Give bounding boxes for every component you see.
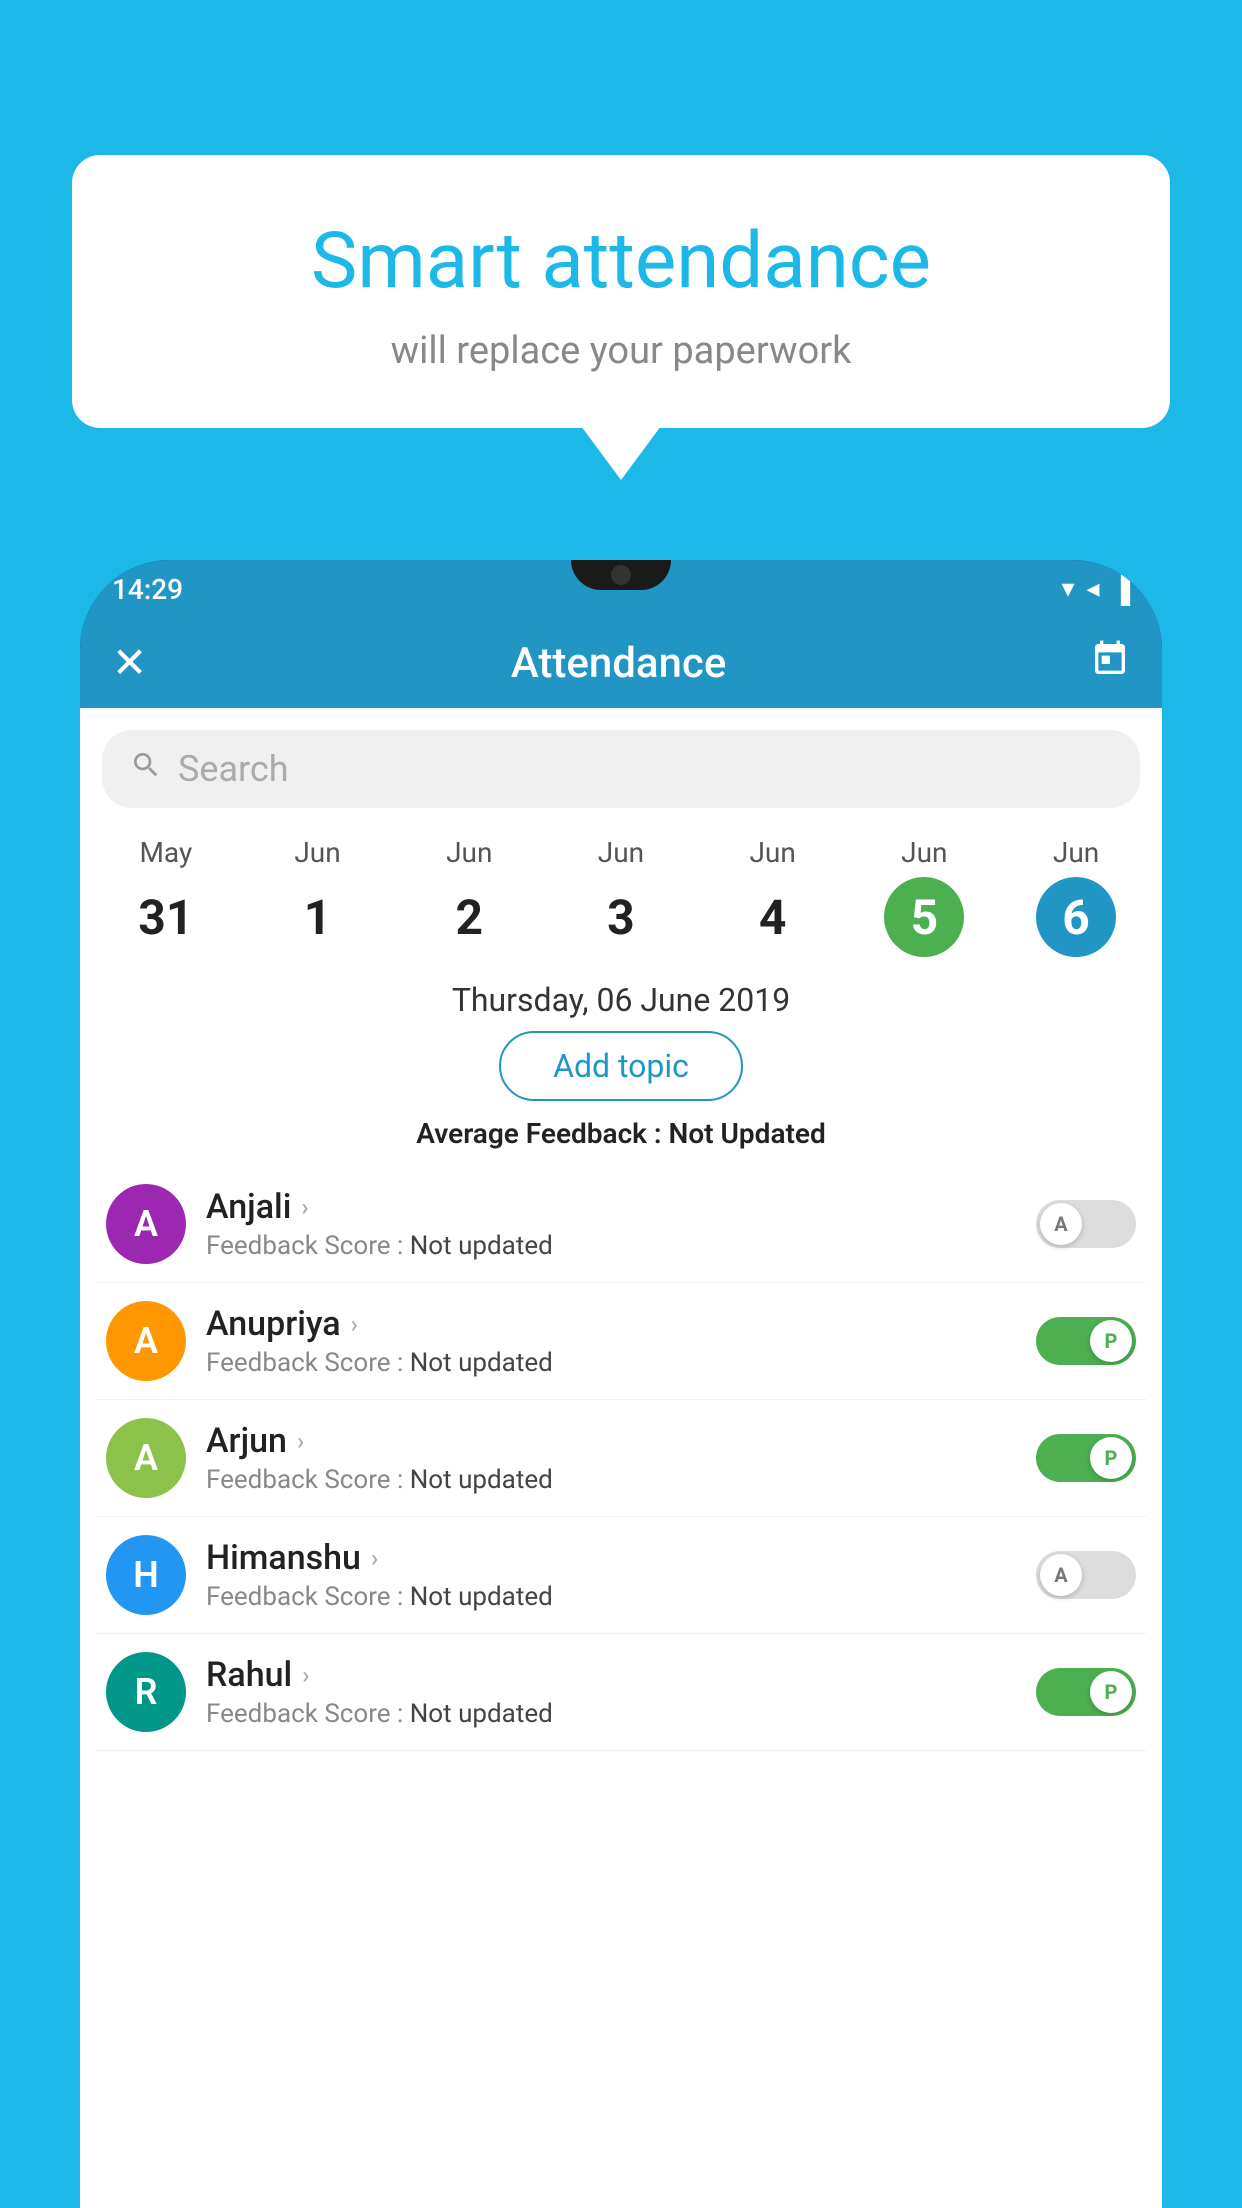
chevron-icon: ›: [302, 1661, 309, 1689]
search-icon: [130, 749, 162, 789]
date-month: Jun: [294, 836, 340, 869]
student-info: Anjali › Feedback Score : Not updated: [206, 1187, 1016, 1261]
chevron-icon: ›: [371, 1544, 378, 1572]
student-row[interactable]: A Anupriya › Feedback Score : Not updated P: [96, 1283, 1146, 1400]
date-item[interactable]: Jun 1: [278, 836, 358, 957]
speech-bubble: Smart attendance will replace your paper…: [72, 155, 1170, 428]
student-info: Rahul › Feedback Score : Not updated: [206, 1655, 1016, 1729]
toggle-switch[interactable]: P: [1036, 1317, 1136, 1365]
student-list: AAnjali ›Feedback Score : Not updatedAAA…: [80, 1166, 1162, 1751]
phone-content: Search May 31 Jun 1 Jun 2 Jun 3 Jun 4 Jun 5 Jun 6 Thu…: [80, 708, 1162, 2208]
attendance-toggle[interactable]: P: [1036, 1668, 1136, 1716]
date-number: 1: [278, 877, 358, 957]
date-picker: May 31 Jun 1 Jun 2 Jun 3 Jun 4 Jun 5 Jun 6: [80, 818, 1162, 967]
toggle-switch[interactable]: P: [1036, 1434, 1136, 1482]
student-row[interactable]: A Arjun › Feedback Score : Not updated P: [96, 1400, 1146, 1517]
date-number: 6: [1036, 877, 1116, 957]
wifi-icon: ▾: [1061, 574, 1074, 604]
feedback-value: Not updated: [410, 1465, 553, 1495]
date-item[interactable]: Jun 6: [1036, 836, 1116, 957]
date-item[interactable]: Jun 2: [429, 836, 509, 957]
toggle-switch[interactable]: A: [1036, 1551, 1136, 1599]
student-avatar: R: [106, 1652, 186, 1732]
date-item[interactable]: Jun 4: [733, 836, 813, 957]
date-month: May: [139, 836, 192, 869]
feedback-value: Not updated: [410, 1231, 553, 1261]
date-month: Jun: [1053, 836, 1099, 869]
student-name: Arjun ›: [206, 1421, 1016, 1461]
date-number: 5: [884, 877, 964, 957]
date-month: Jun: [901, 836, 947, 869]
student-row[interactable]: H Himanshu › Feedback Score : Not updated A: [96, 1517, 1146, 1634]
signal-icon: ◂: [1087, 574, 1100, 604]
header-title: Attendance: [511, 639, 726, 688]
student-feedback: Feedback Score : Not updated: [206, 1699, 1016, 1729]
app-header: ✕ Attendance: [80, 618, 1162, 708]
battery-icon: ▐: [1112, 574, 1130, 605]
toggle-switch[interactable]: A: [1036, 1200, 1136, 1248]
student-row[interactable]: A Anjali › Feedback Score : Not updated A: [96, 1166, 1146, 1283]
date-month: Jun: [598, 836, 644, 869]
attendance-toggle[interactable]: P: [1036, 1317, 1136, 1365]
toggle-switch[interactable]: P: [1036, 1668, 1136, 1716]
student-avatar: H: [106, 1535, 186, 1615]
selected-date-label: Thursday, 06 June 2019: [80, 967, 1162, 1031]
student-info: Arjun › Feedback Score : Not updated: [206, 1421, 1016, 1495]
student-feedback: Feedback Score : Not updated: [206, 1465, 1016, 1495]
toggle-knob: P: [1090, 1320, 1132, 1362]
date-number: 2: [429, 877, 509, 957]
date-item[interactable]: Jun 3: [581, 836, 661, 957]
date-number: 4: [733, 877, 813, 957]
feedback-value: Not updated: [410, 1348, 553, 1378]
date-item[interactable]: Jun 5: [884, 836, 964, 957]
student-row[interactable]: R Rahul › Feedback Score : Not updated P: [96, 1634, 1146, 1751]
search-bar[interactable]: Search: [102, 730, 1140, 808]
feedback-value: Not updated: [410, 1699, 553, 1729]
chevron-icon: ›: [301, 1193, 308, 1221]
date-number: 31: [126, 877, 206, 957]
avg-feedback: Average Feedback : Not Updated: [80, 1117, 1162, 1150]
student-avatar: A: [106, 1418, 186, 1498]
date-number: 3: [581, 877, 661, 957]
student-name: Anupriya ›: [206, 1304, 1016, 1344]
student-name: Himanshu ›: [206, 1538, 1016, 1578]
student-feedback: Feedback Score : Not updated: [206, 1231, 1016, 1261]
student-avatar: A: [106, 1184, 186, 1264]
close-button[interactable]: ✕: [112, 638, 147, 688]
student-feedback: Feedback Score : Not updated: [206, 1348, 1016, 1378]
date-month: Jun: [749, 836, 795, 869]
add-topic-button[interactable]: Add topic: [499, 1031, 743, 1101]
avg-feedback-value: Not Updated: [669, 1117, 826, 1150]
attendance-toggle[interactable]: P: [1036, 1434, 1136, 1482]
toggle-knob: P: [1090, 1671, 1132, 1713]
date-month: Jun: [446, 836, 492, 869]
attendance-toggle[interactable]: A: [1036, 1200, 1136, 1248]
student-info: Himanshu › Feedback Score : Not updated: [206, 1538, 1016, 1612]
bubble-subtitle: will replace your paperwork: [132, 329, 1110, 373]
toggle-knob: A: [1040, 1203, 1082, 1245]
chevron-icon: ›: [351, 1310, 358, 1338]
camera: [611, 565, 631, 585]
attendance-toggle[interactable]: A: [1036, 1551, 1136, 1599]
status-icons: ▾ ◂ ▐: [1061, 574, 1130, 605]
toggle-knob: P: [1090, 1437, 1132, 1479]
student-feedback: Feedback Score : Not updated: [206, 1582, 1016, 1612]
student-name: Anjali ›: [206, 1187, 1016, 1227]
phone-frame: 14:29 ▾ ◂ ▐ ✕ Attendance Search May 3: [80, 560, 1162, 2208]
date-item[interactable]: May 31: [126, 836, 206, 957]
chevron-icon: ›: [297, 1427, 304, 1455]
student-name: Rahul ›: [206, 1655, 1016, 1695]
calendar-icon[interactable]: [1090, 639, 1130, 688]
toggle-knob: A: [1040, 1554, 1082, 1596]
search-placeholder: Search: [178, 748, 289, 790]
student-info: Anupriya › Feedback Score : Not updated: [206, 1304, 1016, 1378]
student-avatar: A: [106, 1301, 186, 1381]
avg-feedback-prefix: Average Feedback :: [416, 1117, 668, 1150]
status-time: 14:29: [112, 573, 183, 606]
bubble-title: Smart attendance: [132, 215, 1110, 309]
phone-notch: [571, 560, 671, 590]
feedback-value: Not updated: [410, 1582, 553, 1612]
